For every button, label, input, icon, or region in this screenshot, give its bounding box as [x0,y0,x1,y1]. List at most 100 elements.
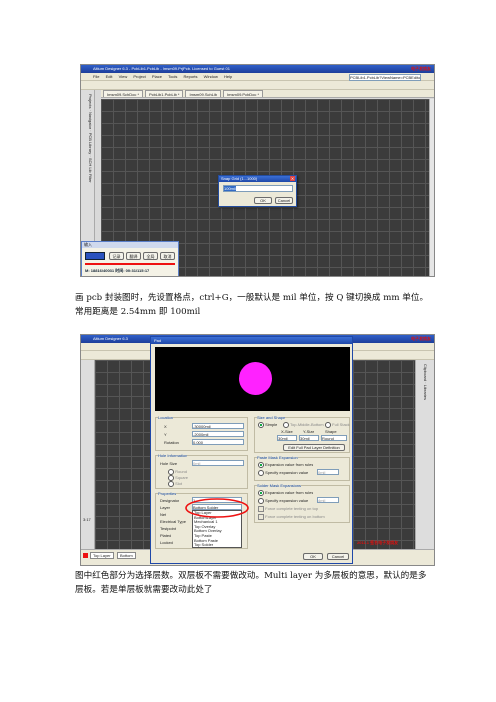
stamp-text: 2011.1 签名电子发烧友 [357,540,399,545]
paste-rules-label: Expansion value from rules [265,462,314,468]
ime-cancel-button[interactable]: 取消 [160,252,175,260]
ime-icons[interactable] [85,252,105,260]
force-top-checkbox[interactable] [258,506,264,512]
x-label: X [164,424,167,429]
radio-top-middle-bottom[interactable] [283,422,289,428]
tmb-label: Top-Middle-Bottom [290,422,324,428]
ysize-header: Y-Size [303,429,315,434]
snap-grid-dialog: Snap Grid (1...1000) × 100mil OK Cancel [218,175,297,207]
ok-button[interactable]: OK [254,197,272,204]
caption-2: 图中红色部分为选择层数。双层板不需要做改动。Multi layer 为多层板的意… [75,571,427,595]
hole-group: Hole Information Hole Size 0mil Round Sq… [155,453,248,489]
menu-file[interactable]: File [93,74,99,79]
xsize-field[interactable]: 30mil [277,435,297,441]
radio-paste-specify[interactable] [258,470,264,476]
ime-global-button[interactable]: 全局 [143,252,158,260]
path-box[interactable]: PCBLib1.PcbLib?ViewName=PCBEdito ▾ [349,74,421,81]
simple-label: Simple [265,422,278,428]
pad-ok-button[interactable]: OK [303,553,323,560]
radio-slot[interactable] [168,481,174,487]
radio-full-stack[interactable] [325,422,331,428]
layer-option[interactable]: Top Solder [193,543,241,548]
radio-simple[interactable] [258,422,264,428]
x-field[interactable]: -30000mil [192,423,244,429]
side-navigator[interactable]: Navigator [88,112,93,129]
screenshot-pad-properties: Altium Designer 6.3 电子发烧友 Clipboard · Li… [80,334,435,566]
panel-clipboard[interactable]: Clipboard [423,364,428,381]
highlight-ellipse [185,498,249,518]
solder-mask-group: Solder Mask Expansions Expansion value f… [254,483,350,523]
menu-tools[interactable]: Tools [168,74,177,79]
tab-schlib[interactable]: Imsm09.SchLib [185,90,222,97]
solder-mask-label: Solder Mask Expansions [257,483,302,488]
paste-specify-label: Specify expansion value [265,470,309,476]
hole-size-label: Hole Size [160,461,178,466]
edit-pad-layer-button[interactable]: Edit Full Pad Layer Definition [283,444,345,451]
status-text: 3:17 [83,517,91,522]
pad-dialog-title: Pad [151,337,352,344]
tab-pcbdoc[interactable]: Imsm09.PcbDoc * [223,90,264,97]
force-bottom-checkbox[interactable] [258,514,264,520]
xsize-header: X-Size [281,429,293,434]
ime-progress [85,263,175,265]
watermark: 电子发烧友 [411,66,431,71]
tab-schdoc[interactable]: Imsm09.SchDoc * [103,90,144,97]
paste-mask-label: Paste Mask Expansion [257,455,298,460]
ime-status: M: 18816/40031 时间: 00:31/115:17 [85,268,150,273]
solder-value-field[interactable]: 4mil [317,497,339,503]
menu-reports[interactable]: Reports [184,74,198,79]
paste-value-field[interactable]: 0mil [317,469,339,475]
rotation-label: Rotation [164,440,179,445]
y-field[interactable]: -2000mil [192,431,244,437]
pcb-canvas-right[interactable] [353,360,415,550]
pad-circle [239,362,272,395]
slot-label: Slot [175,481,183,487]
menu-view[interactable]: View [119,74,128,79]
dialog-title: Snap Grid (1...1000) [219,176,296,182]
prop-designator: Designator [160,498,180,503]
prop-locked: Locked [160,540,173,545]
side-sch-filter[interactable]: SCH Lib Filter [88,158,93,183]
panel-libraries[interactable]: Libraries [423,385,428,400]
ime-title: 输入 [82,242,178,248]
radio-solder-rules[interactable] [258,490,264,496]
ime-record-button[interactable]: 记录 [109,252,124,260]
side-pcb-library[interactable]: PCB Library [88,133,93,155]
y-label: Y [164,432,167,437]
cancel-button[interactable]: Cancel [275,197,293,204]
prop-plated: Plated [160,533,172,538]
force-top-label: Force complete tenting on top [265,506,319,512]
layer-tab-bottom[interactable]: Bottom [117,552,136,559]
scrollbar[interactable] [429,99,434,276]
menu-edit[interactable]: Edit [106,74,113,79]
radio-solder-specify[interactable] [258,498,264,504]
pad-cancel-button[interactable]: Cancel [327,553,349,560]
window-title: Altium Designer 6.3 - PcbLib1.PcbLib - I… [81,65,434,73]
shape-header: Shape [325,429,337,434]
grid-value-input[interactable]: 100mil [223,185,293,192]
toolbar [81,81,434,90]
location-group: Location X -30000mil Y -2000mil Rotation… [155,415,248,451]
ime-translate-button[interactable]: 翻译 [126,252,141,260]
pcb-canvas-left[interactable] [95,360,150,550]
tab-pcblib[interactable]: PcbLib1.PcbLib * [145,90,184,97]
solder-rules-label: Expansion value from rules [265,490,314,496]
prop-net: Net [160,512,167,517]
close-icon[interactable]: × [290,176,295,181]
menu-window[interactable]: Window [204,74,218,79]
side-projects[interactable]: Projects [88,94,93,108]
properties-label: Properties [158,491,177,496]
menu-help[interactable]: Help [224,74,232,79]
ysize-field[interactable]: 30mil [299,435,319,441]
hole-size-field[interactable]: 0mil [192,460,244,466]
layer-tab-top[interactable]: Top Layer [90,552,114,559]
shape-select[interactable]: Round [321,435,347,441]
rotation-field[interactable]: 0.000 [192,439,244,445]
pad-dialog: Pad Location X -30000mil Y -2000mil Rota… [150,336,353,564]
layer-color-swatch [83,553,88,558]
menu-place[interactable]: Place [152,74,162,79]
prop-testpoint: Testpoint [160,526,177,531]
menu-project[interactable]: Project [133,74,145,79]
document-tabs: Imsm09.SchDoc * PcbLib1.PcbLib * Imsm09.Sc… [101,90,434,98]
radio-paste-rules[interactable] [258,462,264,468]
